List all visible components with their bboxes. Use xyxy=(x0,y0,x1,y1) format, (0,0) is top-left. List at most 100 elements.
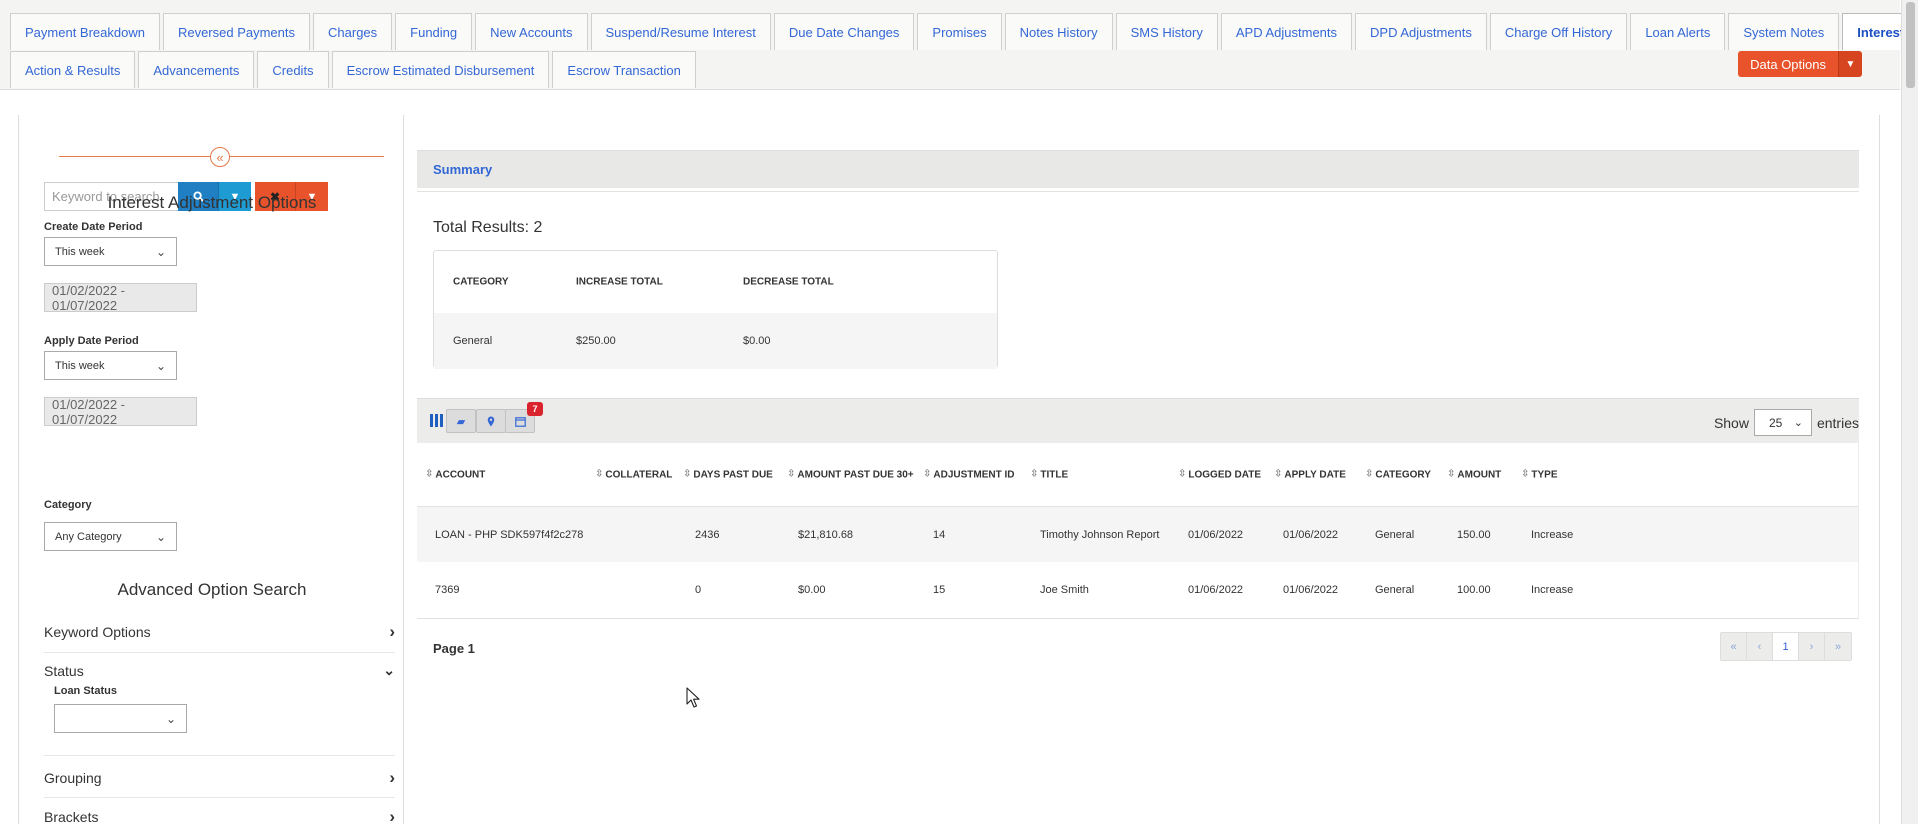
previous-page-button[interactable]: ‹ xyxy=(1747,633,1773,660)
tab-charge-off-history[interactable]: Charge Off History xyxy=(1489,13,1628,50)
summary-tab[interactable]: Summary xyxy=(417,150,1859,188)
sort-icon: ⇳ xyxy=(425,468,434,480)
cell-adjustment-id: 15 xyxy=(933,583,946,596)
cell-days-past-due: 2436 xyxy=(695,528,720,541)
chevron-right-icon: › xyxy=(389,768,395,787)
entries-label: entries xyxy=(1816,414,1859,431)
report-tab-bar: Payment Breakdown Reversed Payments Char… xyxy=(0,0,1918,90)
summary-header-decrease: DECREASE TOTAL xyxy=(743,276,834,288)
grouping-toggle[interactable]: Grouping › xyxy=(44,768,395,788)
collapse-panel-icon[interactable]: « xyxy=(210,147,230,167)
tab-charges[interactable]: Charges xyxy=(313,13,393,50)
apply-date-label: Apply Date Period xyxy=(44,335,139,347)
next-page-button[interactable]: › xyxy=(1799,633,1825,660)
tab-promises[interactable]: Promises xyxy=(917,13,1002,50)
sort-icon: ⇳ xyxy=(683,468,692,480)
cell-amount-past-due: $21,810.68 xyxy=(798,528,854,541)
page-1-button[interactable]: 1 xyxy=(1773,633,1799,660)
column-header-days-past-due[interactable]: ⇳ DAYS PAST DUE xyxy=(683,469,773,480)
scrollbar-thumb[interactable] xyxy=(1906,2,1915,88)
cell-logged-date: 01/06/2022 xyxy=(1188,528,1244,541)
tab-credits[interactable]: Credits xyxy=(257,51,329,88)
cell-title: Timothy Johnson Report xyxy=(1040,528,1160,541)
tab-new-accounts[interactable]: New Accounts xyxy=(475,13,588,50)
apply-date-range-field[interactable]: 01/02/2022 - 01/07/2022 xyxy=(44,397,197,427)
entries-select[interactable]: 25 ⌄ xyxy=(1753,409,1812,436)
columns-icon[interactable] xyxy=(430,414,443,427)
loan-status-select[interactable]: ⌄ xyxy=(54,704,187,733)
category-label: Category xyxy=(44,499,92,511)
summary-header-increase: INCREASE TOTAL xyxy=(576,276,663,288)
column-header-collateral[interactable]: ⇳ COLLATERAL xyxy=(595,469,672,480)
tab-payment-breakdown[interactable]: Payment Breakdown xyxy=(10,13,160,50)
tab-apd-adjustments[interactable]: APD Adjustments xyxy=(1220,13,1353,50)
tab-advancements[interactable]: Advancements xyxy=(138,51,255,88)
tab-escrow-estimated-disbursement[interactable]: Escrow Estimated Disbursement xyxy=(331,51,550,88)
data-options-button[interactable]: Data Options ▼ xyxy=(1738,51,1862,77)
column-header-logged-date[interactable]: ⇳ LOGGED DATE xyxy=(1178,469,1261,480)
create-date-range-field[interactable]: 01/02/2022 - 01/07/2022 xyxy=(44,283,197,313)
cell-category: General xyxy=(1375,528,1415,541)
keyword-options-toggle[interactable]: Keyword Options › xyxy=(44,622,395,642)
create-date-label: Create Date Period xyxy=(44,221,143,233)
column-header-category[interactable]: ⇳ CATEGORY xyxy=(1365,469,1431,480)
sort-icon: ⇳ xyxy=(1274,468,1283,480)
map-pin-icon xyxy=(487,416,495,426)
column-header-apply-date[interactable]: ⇳ APPLY DATE xyxy=(1274,469,1346,480)
chevron-right-icon: › xyxy=(389,622,395,641)
column-header-type[interactable]: ⇳ TYPE xyxy=(1521,469,1558,480)
tab-funding[interactable]: Funding xyxy=(395,13,473,50)
table-row[interactable]: LOAN - PHP SDK597f4f2c278 2436 $21,810.6… xyxy=(417,507,1858,562)
tab-dpd-adjustments[interactable]: DPD Adjustments xyxy=(1355,13,1487,50)
column-header-title[interactable]: ⇳ TITLE xyxy=(1030,469,1068,480)
sort-icon: ⇳ xyxy=(923,468,932,480)
tab-escrow-transaction[interactable]: Escrow Transaction xyxy=(552,51,696,88)
tab-suspend-resume-interest[interactable]: Suspend/Resume Interest xyxy=(590,13,771,50)
status-toggle[interactable]: Status ⌄ xyxy=(44,662,395,679)
summary-title[interactable]: Summary xyxy=(433,162,492,177)
sort-icon: ⇳ xyxy=(787,468,796,480)
chevron-down-icon: ⌄ xyxy=(1793,417,1803,429)
sort-icon: ⇳ xyxy=(1521,468,1530,480)
summary-table: CATEGORY INCREASE TOTAL DECREASE TOTAL G… xyxy=(433,250,998,369)
chevron-down-icon[interactable]: ▼ xyxy=(1838,51,1862,77)
column-header-amount-past-due[interactable]: ⇳ AMOUNT PAST DUE 30+ xyxy=(787,469,914,480)
tab-loan-alerts[interactable]: Loan Alerts xyxy=(1630,13,1726,50)
first-page-button[interactable]: « xyxy=(1721,633,1747,660)
tab-system-notes[interactable]: System Notes xyxy=(1728,13,1840,50)
column-header-amount[interactable]: ⇳ AMOUNT xyxy=(1447,469,1501,480)
cell-apply-date: 01/06/2022 xyxy=(1283,528,1339,541)
location-filter-button[interactable] xyxy=(476,409,506,433)
tab-sms-history[interactable]: SMS History xyxy=(1115,13,1218,50)
data-options-label[interactable]: Data Options xyxy=(1738,51,1838,77)
cell-amount-past-due: $0.00 xyxy=(798,583,826,596)
divider xyxy=(417,191,1859,192)
cell-adjustment-id: 14 xyxy=(933,528,946,541)
category-select[interactable]: Any Category ⌄ xyxy=(44,522,177,551)
tab-row-1: Payment Breakdown Reversed Payments Char… xyxy=(10,13,1918,50)
column-header-adjustment-id[interactable]: ⇳ ADJUSTMENT ID xyxy=(923,469,1015,480)
column-header-account[interactable]: ⇳ ACCOUNT xyxy=(425,469,485,480)
tab-reversed-payments[interactable]: Reversed Payments xyxy=(162,13,311,50)
calendar-icon xyxy=(514,416,526,427)
cell-days-past-due: 0 xyxy=(695,583,702,596)
tab-due-date-changes[interactable]: Due Date Changes xyxy=(773,13,915,50)
apply-date-period-select[interactable]: This week ⌄ xyxy=(44,351,177,380)
chevron-down-icon: ⌄ xyxy=(383,662,395,678)
notification-badge: 7 xyxy=(527,402,543,416)
page-scrollbar[interactable] xyxy=(1901,0,1918,824)
cell-account: LOAN - PHP SDK597f4f2c278 xyxy=(435,528,584,541)
tab-action-results[interactable]: Action & Results xyxy=(10,51,136,88)
options-heading: Interest Adjustment Options xyxy=(107,193,317,212)
cell-category: General xyxy=(1375,583,1415,596)
table-row[interactable]: 7369 0 $0.00 15 Joe Smith 01/06/2022 01/… xyxy=(417,562,1858,617)
create-date-period-select[interactable]: This week ⌄ xyxy=(44,237,177,266)
export-button[interactable]: ▰ xyxy=(446,409,476,433)
tab-notes-history[interactable]: Notes History xyxy=(1004,13,1113,50)
cell-amount: 100.00 xyxy=(1457,583,1491,596)
calendar-button[interactable]: 7 xyxy=(505,402,543,433)
table-toolbar: ▰ 7 Show 25 ⌄ entries xyxy=(417,398,1859,443)
last-page-button[interactable]: » xyxy=(1825,633,1851,660)
cell-apply-date: 01/06/2022 xyxy=(1283,583,1339,596)
brackets-toggle[interactable]: Brackets › xyxy=(44,807,395,824)
